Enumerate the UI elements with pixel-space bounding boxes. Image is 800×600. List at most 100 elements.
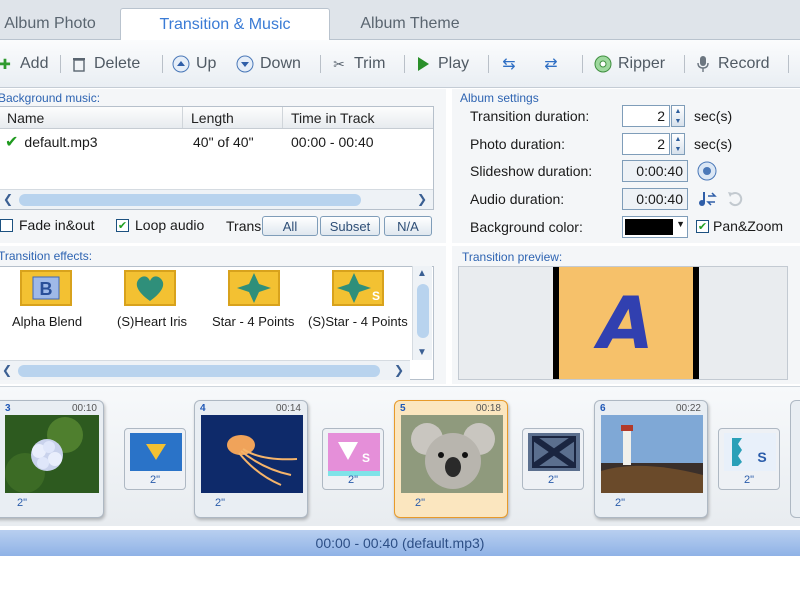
trim-button[interactable]: ✂ Trim [330, 50, 385, 78]
slide-card-partial[interactable] [790, 400, 800, 518]
ripper-button[interactable]: Ripper [594, 50, 665, 78]
slide-photo-lighthouse [601, 415, 703, 493]
effect-star-4-points[interactable] [228, 270, 280, 306]
slide-time: 00:18 [475, 403, 501, 414]
slide-photo-jellyfish [201, 415, 303, 493]
down-button[interactable]: Down [236, 50, 301, 78]
record-button[interactable]: Record [694, 50, 770, 78]
effect-s-star-4-points[interactable]: S [332, 270, 384, 306]
spin-down-icon[interactable]: ▼ [672, 144, 684, 154]
play-button[interactable]: Play [414, 50, 469, 78]
fade-checkbox-box[interactable] [0, 218, 13, 232]
effect-heart-iris[interactable] [124, 270, 176, 306]
spin-down-icon[interactable]: ▼ [672, 116, 684, 126]
scroll-left-icon[interactable]: ❮ [3, 192, 13, 206]
star-icon [228, 270, 280, 306]
subset-button[interactable]: Subset [320, 216, 380, 236]
toolbar-divider [320, 55, 321, 73]
preview-area: A [458, 266, 788, 380]
album-settings-title: Album settings [460, 91, 539, 105]
col-time-in-track[interactable]: Time in Track [283, 107, 433, 128]
transition-card[interactable]: 2" [522, 428, 584, 490]
dropdown-arrow-icon[interactable]: ▼ [676, 219, 685, 229]
audio-reset-button[interactable] [724, 188, 746, 210]
music-hscrollbar[interactable]: ❮ ❯ [0, 189, 433, 209]
toolbar-divider [684, 55, 685, 73]
play-label: Play [438, 55, 470, 72]
scissors-icon: ✂ [333, 55, 345, 72]
scroll-right-icon[interactable]: ❯ [417, 192, 427, 206]
fade-checkbox[interactable]: Fade in&out [0, 217, 95, 233]
na-button[interactable]: N/A [384, 216, 432, 236]
play-icon [414, 55, 432, 73]
panzoom-check-icon[interactable]: ✔ [696, 219, 709, 233]
slide-time: 00:22 [675, 403, 701, 414]
spin-up-icon[interactable]: ▲ [672, 134, 684, 144]
photo-duration-stepper[interactable]: ▲ ▼ [671, 133, 685, 155]
slide-duration: 2" [17, 497, 28, 509]
tab-transition-music[interactable]: Transition & Music [120, 8, 330, 41]
all-button[interactable]: All [262, 216, 318, 236]
transition-card[interactable]: 2" [124, 428, 186, 490]
slide-photo-koala [401, 415, 503, 493]
slide-card[interactable]: 3 00:10 2" [0, 400, 104, 518]
scroll-up-icon[interactable]: ▲ [417, 268, 427, 279]
background-color-picker[interactable]: ▼ [622, 216, 688, 238]
slide-number: 5 [400, 403, 406, 414]
scroll-left-icon[interactable]: ❮ [2, 363, 12, 377]
audio-duration-label: Audio duration: [470, 191, 565, 207]
col-name[interactable]: Name [0, 107, 183, 128]
color-swatch [625, 219, 673, 235]
background-color-label: Background color: [470, 219, 583, 235]
loop-checkbox[interactable]: ✔ Loop audio [116, 217, 204, 233]
add-button[interactable]: ✚ Add [0, 50, 48, 78]
slide-card[interactable]: 4 00:14 2" [194, 400, 308, 518]
up-button[interactable]: Up [172, 50, 216, 78]
effects-group-title: Transition effects: [0, 249, 93, 263]
transition-card[interactable]: S 2" [322, 428, 384, 490]
transition-duration-label: Transition duration: [470, 108, 590, 124]
effect-alpha-blend[interactable]: B [20, 270, 72, 306]
transition-duration: 2" [149, 474, 161, 486]
status-bar: 00:00 - 00:40 (default.mp3) [0, 530, 800, 556]
delete-button[interactable]: Delete [70, 50, 140, 78]
effect-label: Alpha Blend [12, 314, 83, 329]
effects-hscrollbar[interactable]: ❮ ❯ [0, 360, 410, 380]
audio-duration-field: 0:00:40 [622, 188, 688, 210]
music-row-time: 00:00 - 00:40 [291, 134, 374, 150]
audio-sync-button[interactable] [696, 188, 718, 210]
shuffle-right-button[interactable]: ⇄ [542, 50, 560, 78]
spin-up-icon[interactable]: ▲ [672, 106, 684, 116]
toolbar-divider [162, 55, 163, 73]
slideshow-settings-button[interactable] [696, 160, 718, 182]
panzoom-checkbox[interactable]: ✔ Pan&Zoom [696, 218, 783, 234]
toolbar-divider [788, 55, 789, 73]
svg-text:S: S [757, 449, 766, 465]
slide-card-selected[interactable]: 5 00:18 2" [394, 400, 508, 518]
microphone-icon [694, 55, 712, 73]
tab-album-theme[interactable]: Album Theme [330, 8, 490, 40]
record-label: Record [718, 55, 770, 72]
photo-duration-field[interactable]: 2 [622, 133, 670, 155]
transition-card[interactable]: S 2" [718, 428, 780, 490]
scroll-down-icon[interactable]: ▼ [417, 347, 427, 358]
scroll-thumb[interactable] [19, 194, 361, 206]
transition-duration-field[interactable]: 2 [622, 105, 670, 127]
shuffle-left-button[interactable]: ⇆ [500, 50, 518, 78]
loop-check-icon[interactable]: ✔ [116, 218, 129, 232]
slide-card[interactable]: 6 00:22 2" [594, 400, 708, 518]
svg-text:S: S [372, 289, 380, 303]
zigzag-s-transition-icon: S [724, 433, 776, 471]
transition-duration-stepper[interactable]: ▲ ▼ [671, 105, 685, 127]
slide-duration: 2" [615, 497, 626, 509]
slide-number: 4 [200, 403, 206, 414]
col-length[interactable]: Length [183, 107, 283, 128]
scroll-right-icon[interactable]: ❯ [394, 363, 404, 377]
arrow-down-circle-icon [236, 55, 254, 73]
tab-album-photo[interactable]: Album Photo [0, 8, 120, 40]
slideshow-duration-label: Slideshow duration: [470, 163, 593, 179]
table-row[interactable]: ✔ default.mp3 40" of 40" 00:00 - 00:40 [0, 131, 433, 153]
scroll-thumb[interactable] [18, 365, 380, 377]
effects-vscrollbar[interactable]: ▲ ▼ [412, 266, 432, 360]
scroll-thumb[interactable] [417, 284, 429, 338]
